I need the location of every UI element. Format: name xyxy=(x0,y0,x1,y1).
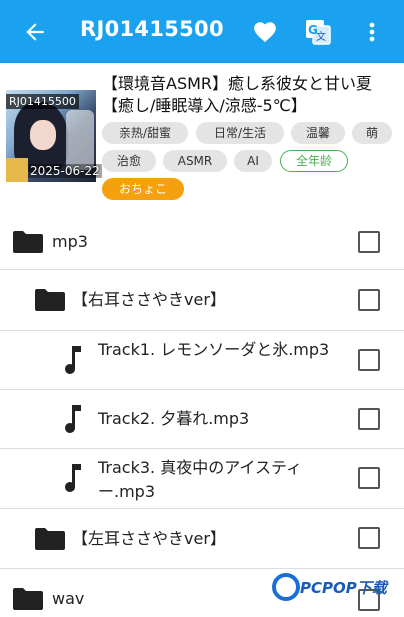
folder-icon xyxy=(13,231,43,253)
tag[interactable]: 治愈 xyxy=(102,150,156,172)
tag[interactable]: AI xyxy=(234,150,272,172)
file-row-folder[interactable]: 【右耳ささやきver】 xyxy=(0,270,404,331)
translate-icon[interactable]: G 文 xyxy=(303,17,333,47)
watermark-text: PCPOP下载 xyxy=(300,579,387,597)
watermark-icon xyxy=(272,573,300,601)
work-id-overlay: RJ01415500 xyxy=(6,94,79,109)
file-name: 【右耳ささやきver】 xyxy=(72,290,226,309)
music-note-icon xyxy=(65,346,81,374)
file-row-folder[interactable]: 【左耳ささやきver】 xyxy=(0,509,404,569)
file-row-audio[interactable]: Track3. 真夜中のアイスティー.mp3 xyxy=(0,449,404,509)
age-rating-tag[interactable]: 全年龄 xyxy=(280,150,348,172)
select-checkbox[interactable] xyxy=(358,408,380,430)
select-checkbox[interactable] xyxy=(358,289,380,311)
back-arrow-icon[interactable] xyxy=(22,19,48,45)
watermark-logo: PCPOP下载 xyxy=(272,573,398,605)
file-name: Track2. 夕暮れ.mp3 xyxy=(98,409,250,428)
file-row-folder[interactable]: mp3 xyxy=(0,214,404,270)
tag[interactable]: 亲热/甜蜜 xyxy=(102,122,188,144)
tag[interactable]: 温馨 xyxy=(291,122,345,144)
file-name: wav xyxy=(52,589,85,608)
folder-icon xyxy=(35,528,65,550)
file-row-audio[interactable]: Track2. 夕暮れ.mp3 xyxy=(0,390,404,449)
file-name: mp3 xyxy=(52,232,88,251)
music-note-icon xyxy=(65,405,81,433)
tag[interactable]: 日常/生活 xyxy=(196,122,284,144)
circle-tag[interactable]: おちょこ xyxy=(102,178,184,200)
folder-icon xyxy=(13,588,43,610)
tag[interactable]: 萌 xyxy=(352,122,392,144)
app-bar: RJ01415500 G 文 xyxy=(0,0,404,63)
svg-text:文: 文 xyxy=(316,30,326,43)
page-title: RJ01415500 xyxy=(80,17,224,41)
select-checkbox[interactable] xyxy=(358,467,380,489)
heart-icon[interactable] xyxy=(252,19,278,45)
select-checkbox[interactable] xyxy=(358,231,380,253)
folder-icon xyxy=(35,289,65,311)
file-name: Track1. レモンソーダと氷.mp3 xyxy=(98,340,330,359)
file-name: 【左耳ささやきver】 xyxy=(72,529,226,548)
file-name: Track3. 真夜中のアイスティー.mp3 xyxy=(98,458,302,501)
select-checkbox[interactable] xyxy=(358,349,380,371)
tag[interactable]: ASMR xyxy=(163,150,227,172)
music-note-icon xyxy=(65,464,81,492)
select-checkbox[interactable] xyxy=(358,527,380,549)
more-vert-icon[interactable] xyxy=(362,19,382,45)
work-title: 【環境音ASMR】癒し系彼女と甘い夏【癒し/睡眠導入/涼感-5℃】 xyxy=(102,74,373,115)
file-row-audio[interactable]: Track1. レモンソーダと氷.mp3 xyxy=(0,331,404,390)
release-date: 2025-06-22 xyxy=(28,164,102,178)
